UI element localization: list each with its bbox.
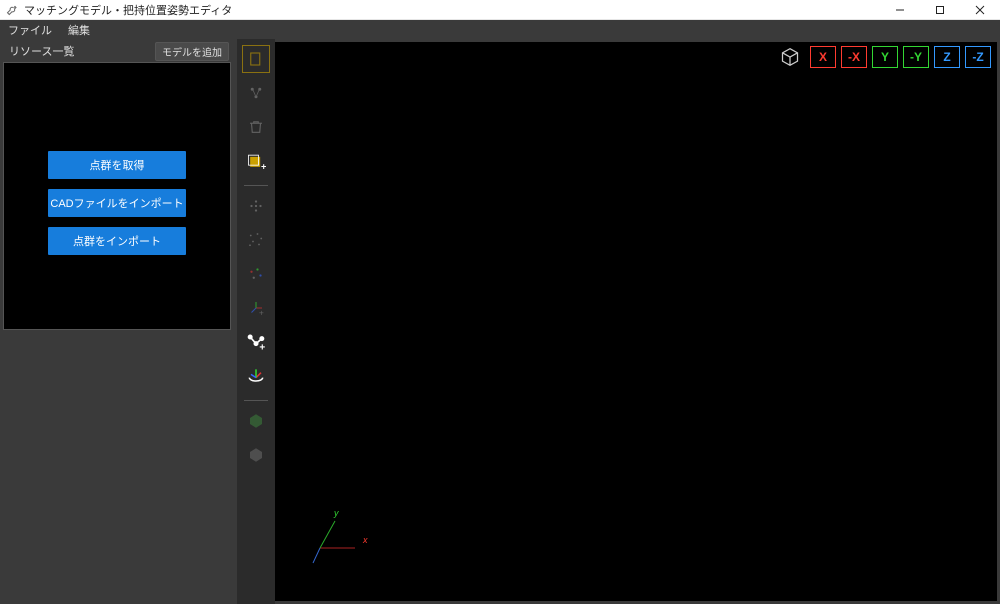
viewport-3d[interactable]: X -X Y -Y Z -Z y x bbox=[275, 42, 997, 601]
main-area: リソース一覧 モデルを追加 点群を取得 CADファイルをインポート 点群をインポ… bbox=[0, 39, 1000, 604]
box-add-icon[interactable]: + bbox=[242, 147, 270, 175]
window-close-button[interactable] bbox=[960, 0, 1000, 20]
svg-text:+: + bbox=[259, 309, 264, 318]
view-cube-icon[interactable] bbox=[778, 46, 802, 68]
toolbar-separator bbox=[244, 185, 268, 186]
axis-x-button[interactable]: X bbox=[810, 46, 836, 68]
axis-ny-button[interactable]: -Y bbox=[903, 46, 929, 68]
vertical-toolbar: + + + bbox=[237, 39, 275, 604]
select-rect-icon[interactable] bbox=[242, 45, 270, 73]
app-wrench-icon bbox=[6, 4, 18, 16]
frame-axis-icon[interactable]: + bbox=[242, 294, 270, 322]
svg-text:+: + bbox=[259, 342, 265, 352]
window-minimize-button[interactable] bbox=[880, 0, 920, 20]
trash-icon[interactable] bbox=[242, 113, 270, 141]
import-pointcloud-button[interactable]: 点群をインポート bbox=[48, 227, 186, 255]
axis-gizmo: y x bbox=[305, 513, 365, 573]
window-maximize-button[interactable] bbox=[920, 0, 960, 20]
orbit-icon[interactable] bbox=[242, 362, 270, 390]
points-cluster-icon[interactable] bbox=[242, 192, 270, 220]
axis-z-button[interactable]: Z bbox=[934, 46, 960, 68]
gizmo-y-label: y bbox=[334, 508, 339, 518]
axis-nz-button[interactable]: -Z bbox=[965, 46, 991, 68]
svg-text:+: + bbox=[261, 161, 266, 171]
menu-file[interactable]: ファイル bbox=[0, 20, 60, 39]
path-add-icon[interactable]: + bbox=[242, 328, 270, 356]
menu-edit[interactable]: 編集 bbox=[60, 20, 98, 39]
capture-pointcloud-button[interactable]: 点群を取得 bbox=[48, 151, 186, 179]
menu-bar: ファイル 編集 bbox=[0, 20, 1000, 39]
link-chain-icon[interactable] bbox=[242, 79, 270, 107]
axis-nx-button[interactable]: -X bbox=[841, 46, 867, 68]
window-title: マッチングモデル・把持位置姿勢エディタ bbox=[24, 2, 232, 18]
window-titlebar: マッチングモデル・把持位置姿勢エディタ bbox=[0, 0, 1000, 20]
resource-panel-title: リソース一覧 bbox=[3, 43, 74, 59]
import-cad-button[interactable]: CADファイルをインポート bbox=[48, 189, 186, 217]
add-model-button[interactable]: モデルを追加 bbox=[155, 42, 229, 61]
resource-panel: リソース一覧 モデルを追加 点群を取得 CADファイルをインポート 点群をインポ… bbox=[0, 39, 234, 604]
resource-panel-header: リソース一覧 モデルを追加 bbox=[3, 42, 231, 60]
points-color-icon[interactable] bbox=[242, 260, 270, 288]
hex-grey-icon[interactable] bbox=[242, 441, 270, 469]
resource-panel-body: 点群を取得 CADファイルをインポート 点群をインポート bbox=[3, 62, 231, 330]
points-scatter-icon[interactable] bbox=[242, 226, 270, 254]
axis-controls: X -X Y -Y Z -Z bbox=[778, 46, 991, 68]
gizmo-x-label: x bbox=[363, 535, 368, 545]
toolbar-separator bbox=[244, 400, 268, 401]
hex-green-icon[interactable] bbox=[242, 407, 270, 435]
axis-y-button[interactable]: Y bbox=[872, 46, 898, 68]
